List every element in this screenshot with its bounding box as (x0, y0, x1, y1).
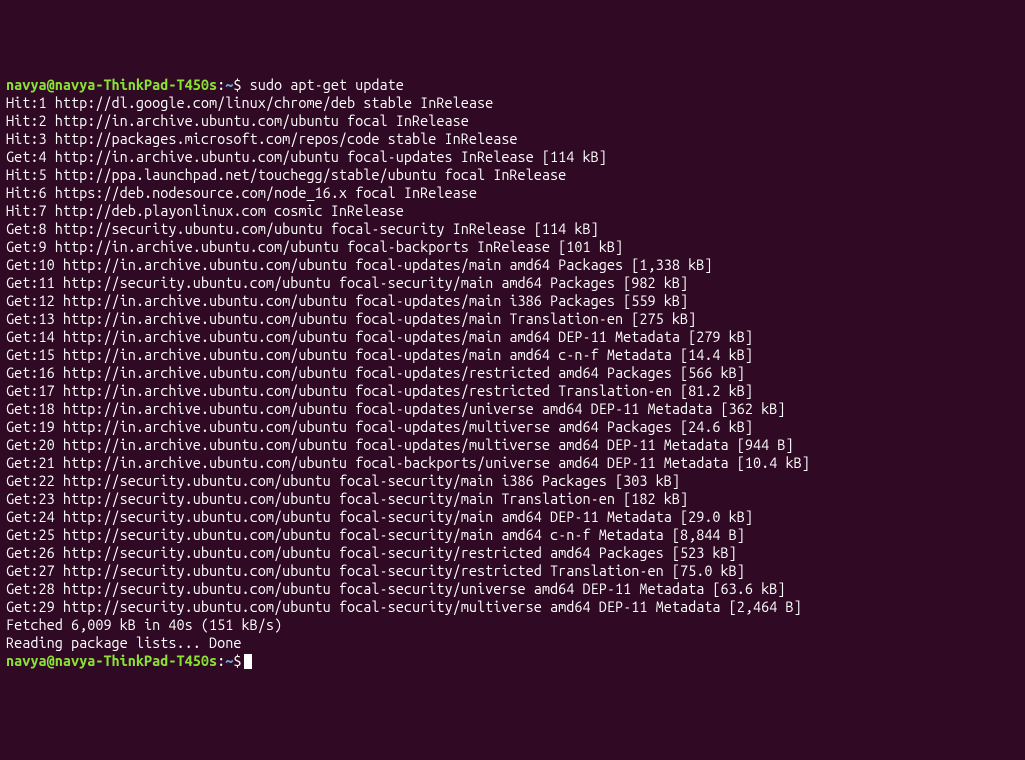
output-line: Get:15 http://in.archive.ubuntu.com/ubun… (6, 346, 753, 363)
output-line: Fetched 6,009 kB in 40s (151 kB/s) (6, 616, 282, 633)
output-line: Get:4 http://in.archive.ubuntu.com/ubunt… (6, 148, 607, 165)
terminal[interactable]: navya@navya-ThinkPad-T450s:~$ sudo apt-g… (6, 76, 1019, 670)
output-line: Get:25 http://security.ubuntu.com/ubuntu… (6, 526, 745, 543)
output-line: Hit:1 http://dl.google.com/linux/chrome/… (6, 94, 493, 111)
prompt-line-2: navya@navya-ThinkPad-T450s:~$ (6, 652, 252, 669)
output-line: Get:14 http://in.archive.ubuntu.com/ubun… (6, 328, 753, 345)
output-line: Get:23 http://security.ubuntu.com/ubuntu… (6, 490, 688, 507)
output-line: Hit:5 http://ppa.launchpad.net/touchegg/… (6, 166, 566, 183)
prompt-dollar: $ (233, 76, 241, 93)
output-line: Reading package lists... Done (6, 634, 241, 651)
output-line: Get:27 http://security.ubuntu.com/ubuntu… (6, 562, 745, 579)
prompt-user-host: navya@navya-ThinkPad-T450s (6, 652, 217, 669)
output-line: Get:10 http://in.archive.ubuntu.com/ubun… (6, 256, 712, 273)
output-line: Get:19 http://in.archive.ubuntu.com/ubun… (6, 418, 753, 435)
output-line: Hit:6 https://deb.nodesource.com/node_16… (6, 184, 477, 201)
output-line: Get:22 http://security.ubuntu.com/ubuntu… (6, 472, 680, 489)
prompt-dollar: $ (233, 652, 241, 669)
prompt-command: sudo apt-get update (242, 76, 404, 93)
output-line: Hit:2 http://in.archive.ubuntu.com/ubunt… (6, 112, 469, 129)
output-line: Get:28 http://security.ubuntu.com/ubuntu… (6, 580, 786, 597)
output-line: Get:13 http://in.archive.ubuntu.com/ubun… (6, 310, 696, 327)
output-line: Hit:3 http://packages.microsoft.com/repo… (6, 130, 518, 147)
output-line: Get:21 http://in.archive.ubuntu.com/ubun… (6, 454, 810, 471)
cursor-icon (244, 654, 252, 669)
output-line: Get:16 http://in.archive.ubuntu.com/ubun… (6, 364, 745, 381)
output-line: Get:20 http://in.archive.ubuntu.com/ubun… (6, 436, 794, 453)
output-line: Get:29 http://security.ubuntu.com/ubuntu… (6, 598, 802, 615)
prompt-line-1: navya@navya-ThinkPad-T450s:~$ sudo apt-g… (6, 76, 404, 93)
output-line: Get:26 http://security.ubuntu.com/ubuntu… (6, 544, 737, 561)
output-line: Get:24 http://security.ubuntu.com/ubuntu… (6, 508, 753, 525)
output-line: Get:12 http://in.archive.ubuntu.com/ubun… (6, 292, 688, 309)
output-line: Get:9 http://in.archive.ubuntu.com/ubunt… (6, 238, 623, 255)
prompt-colon: : (217, 652, 225, 669)
prompt-user-host: navya@navya-ThinkPad-T450s (6, 76, 217, 93)
output-line: Get:17 http://in.archive.ubuntu.com/ubun… (6, 382, 753, 399)
output-line: Get:8 http://security.ubuntu.com/ubuntu … (6, 220, 599, 237)
prompt-path: ~ (225, 652, 233, 669)
output-line: Hit:7 http://deb.playonlinux.com cosmic … (6, 202, 404, 219)
output-line: Get:11 http://security.ubuntu.com/ubuntu… (6, 274, 688, 291)
output-line: Get:18 http://in.archive.ubuntu.com/ubun… (6, 400, 786, 417)
